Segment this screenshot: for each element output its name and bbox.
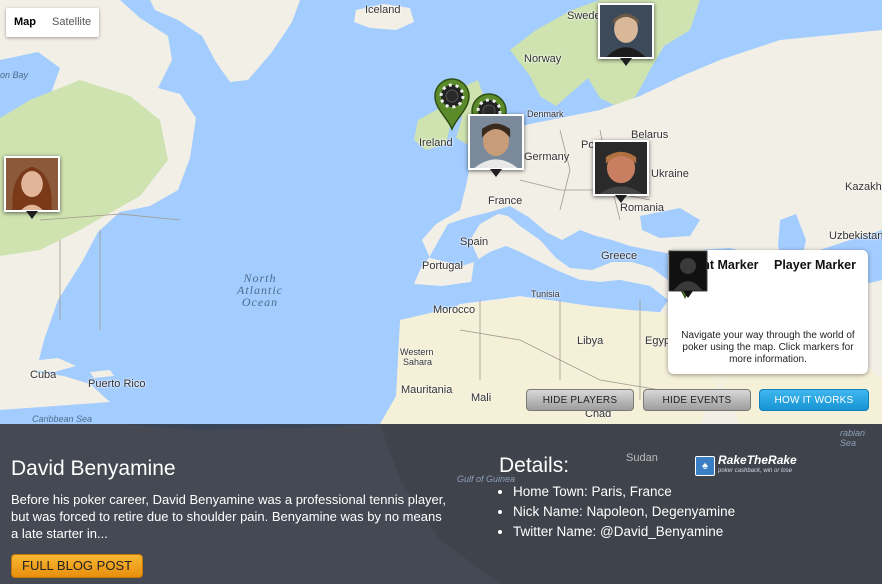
player-marker-legend-title: Player Marker <box>773 258 856 272</box>
detail-home-town: Home Town: Paris, France <box>513 482 735 502</box>
place-norway: Norway <box>524 53 562 65</box>
place-egypt: Egyp <box>645 335 671 347</box>
player-photo <box>600 5 652 57</box>
place-western-sahara-1: Western <box>400 347 434 357</box>
player-photo <box>470 116 522 168</box>
place-western-sahara-2: Sahara <box>403 357 433 367</box>
place-tunisia: Tunisia <box>531 289 560 299</box>
place-arabian-sea: rabian Sea <box>840 428 866 448</box>
player-marker-silhouette-icon <box>668 250 708 298</box>
place-france: France <box>488 195 523 207</box>
hide-events-button[interactable]: HIDE EVENTS <box>643 389 751 411</box>
player-marker[interactable] <box>598 3 654 66</box>
ocean-label-line-3: Ocean <box>241 295 279 309</box>
map-type-map-button[interactable]: Map <box>6 8 44 37</box>
place-denmark: Denmark <box>527 109 564 119</box>
marker-legend: Event Marker Player Marker Navigate your… <box>668 250 868 374</box>
place-mali: Mali <box>471 392 492 404</box>
place-portugal: Portugal <box>422 260 463 272</box>
map-type-control: Map Satellite <box>6 8 100 37</box>
map-type-satellite-button[interactable]: Satellite <box>44 8 99 37</box>
place-kazakh: Kazakh <box>845 181 882 193</box>
event-marker[interactable] <box>433 77 471 131</box>
hide-players-button[interactable]: HIDE PLAYERS <box>526 389 634 411</box>
brand-name: RakeTheRake <box>718 453 797 467</box>
place-sudan: Sudan <box>626 452 658 464</box>
place-sweden: Swede <box>567 10 601 22</box>
brand-tagline: poker cashback, win or lose <box>718 468 793 474</box>
place-ukraine: Ukraine <box>651 168 689 180</box>
how-it-works-button[interactable]: HOW IT WORKS <box>759 389 869 411</box>
player-marker[interactable] <box>593 140 649 203</box>
legend-description: Navigate your way through the world of p… <box>681 330 855 365</box>
cards-logo-icon: ♠ <box>695 456 715 476</box>
player-photo <box>595 142 647 194</box>
player-photo <box>6 158 58 210</box>
player-info-panel: rabian Sea Gulf of Guinea Sudan David Be… <box>0 424 882 584</box>
place-germany: Germany <box>524 151 570 163</box>
place-spain: Spain <box>460 236 489 248</box>
place-ireland: Ireland <box>419 137 453 149</box>
place-mauritania: Mauritania <box>401 384 453 396</box>
place-puerto-rico: Puerto Rico <box>88 378 146 390</box>
player-marker[interactable] <box>4 156 60 219</box>
details-list: Home Town: Paris, France Nick Name: Napo… <box>513 482 735 542</box>
player-marker-selected[interactable] <box>468 114 524 177</box>
place-morocco: Morocco <box>433 304 476 316</box>
place-cuba: Cuba <box>30 369 57 381</box>
place-greece: Greece <box>601 250 638 262</box>
player-name: David Benyamine <box>11 457 176 480</box>
full-blog-post-button[interactable]: FULL BLOG POST <box>11 554 144 578</box>
player-bio: Before his poker career, David Benyamine… <box>11 492 447 541</box>
brand-logo[interactable]: ♠ RakeTheRake poker cashback, win or los… <box>695 454 797 478</box>
world-map[interactable]: Iceland Swede Norway Denmark Ireland Ger… <box>0 0 882 584</box>
detail-nick-name: Nick Name: Napoleon, Degenyamine <box>513 502 735 522</box>
place-baffin-bay: on Bay <box>0 70 29 80</box>
place-romania: Romania <box>620 202 665 214</box>
place-iceland: Iceland <box>365 4 401 16</box>
detail-twitter-name: Twitter Name: @David_Benyamine <box>513 522 735 542</box>
details-title: Details: <box>499 454 570 477</box>
place-caribbean-sea: Caribbean Sea <box>32 414 93 424</box>
place-north-atlantic: North Atlantic Ocean <box>230 272 290 308</box>
poker-chip-pin-icon <box>434 78 470 131</box>
place-libya: Libya <box>577 335 604 347</box>
place-uzbekistan: Uzbekistan <box>829 230 882 242</box>
